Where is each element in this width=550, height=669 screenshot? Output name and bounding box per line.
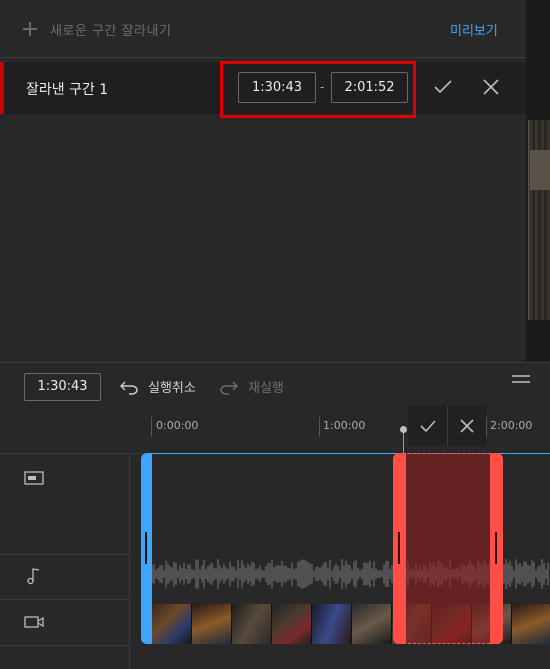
video-thumbnail — [512, 604, 550, 644]
video-thumbnail — [352, 604, 392, 644]
close-icon — [460, 419, 474, 433]
ruler-tick-label: 2:00:00 — [490, 419, 533, 432]
video-thumbnail — [232, 604, 272, 644]
playhead-knob[interactable] — [400, 426, 407, 433]
segment-selected-indicator — [0, 62, 4, 114]
video-thumbnail — [152, 604, 192, 644]
ruler-tick — [319, 417, 320, 437]
music-note-icon — [27, 568, 40, 585]
segment-row[interactable]: 잘라낸 구간 1 1:30:43 - 2:01:52 — [0, 61, 526, 118]
redo-button[interactable]: 재실행 — [220, 377, 284, 396]
check-icon[interactable] — [432, 76, 454, 98]
ruler-tick-label: 0:00:00 — [156, 419, 199, 432]
handle-grip — [398, 532, 400, 564]
close-icon[interactable] — [480, 76, 502, 98]
redo-label: 재실행 — [248, 381, 284, 396]
handle-grip — [495, 532, 497, 564]
playhead-line[interactable] — [403, 430, 404, 453]
undo-icon — [120, 381, 138, 395]
row-divider — [0, 599, 130, 600]
segment-floating-actions — [408, 406, 486, 446]
annotation-highlight-box — [220, 61, 416, 118]
cancel-cut-button[interactable] — [447, 406, 486, 446]
cut-segment-end-handle[interactable] — [490, 453, 503, 644]
row-divider — [0, 645, 130, 646]
cut-segment-overlay[interactable] — [403, 453, 490, 644]
redo-icon — [220, 381, 238, 395]
undo-label: 실행취소 — [148, 381, 196, 396]
video-thumbnail — [312, 604, 352, 644]
add-new-segment-button[interactable]: 새로운 구간 잘라내기 — [22, 18, 171, 40]
time-ruler[interactable]: 0:00:00 1:00:00 2:00:00 — [130, 411, 550, 453]
undo-button[interactable]: 실행취소 — [120, 377, 196, 396]
timeline-start-handle[interactable] — [141, 453, 152, 644]
subtitle-icon — [24, 471, 44, 485]
row-divider — [0, 554, 130, 555]
video-thumbnail — [272, 604, 312, 644]
video-camera-icon — [24, 616, 44, 628]
check-icon — [419, 420, 436, 433]
handle-grip — [145, 532, 147, 564]
trim-editor-panel: 새로운 구간 잘라내기 미리보기 잘라낸 구간 1 1:30:43 - 2:01… — [0, 0, 526, 362]
trim-header: 새로운 구간 잘라내기 미리보기 — [0, 0, 526, 58]
drag-handle-icon[interactable] — [512, 375, 530, 385]
ruler-tick-label: 1:00:00 — [323, 419, 366, 432]
ruler-tick — [151, 417, 152, 437]
timeline-toolbar: 1:30:43 실행취소 재실행 — [0, 363, 550, 411]
video-preview-detail — [530, 150, 550, 190]
video-preview — [526, 0, 550, 362]
track-label-divider — [129, 454, 130, 669]
video-thumbnail — [192, 604, 232, 644]
cut-segment-start-handle[interactable] — [393, 453, 406, 644]
plus-icon — [22, 21, 38, 37]
current-time-input[interactable]: 1:30:43 — [24, 373, 101, 401]
preview-button[interactable]: 미리보기 — [450, 20, 498, 39]
add-new-segment-label: 새로운 구간 잘라내기 — [50, 23, 172, 39]
segment-label: 잘라낸 구간 1 — [26, 82, 109, 98]
confirm-cut-button[interactable] — [408, 406, 447, 446]
ruler-tick — [486, 417, 487, 437]
